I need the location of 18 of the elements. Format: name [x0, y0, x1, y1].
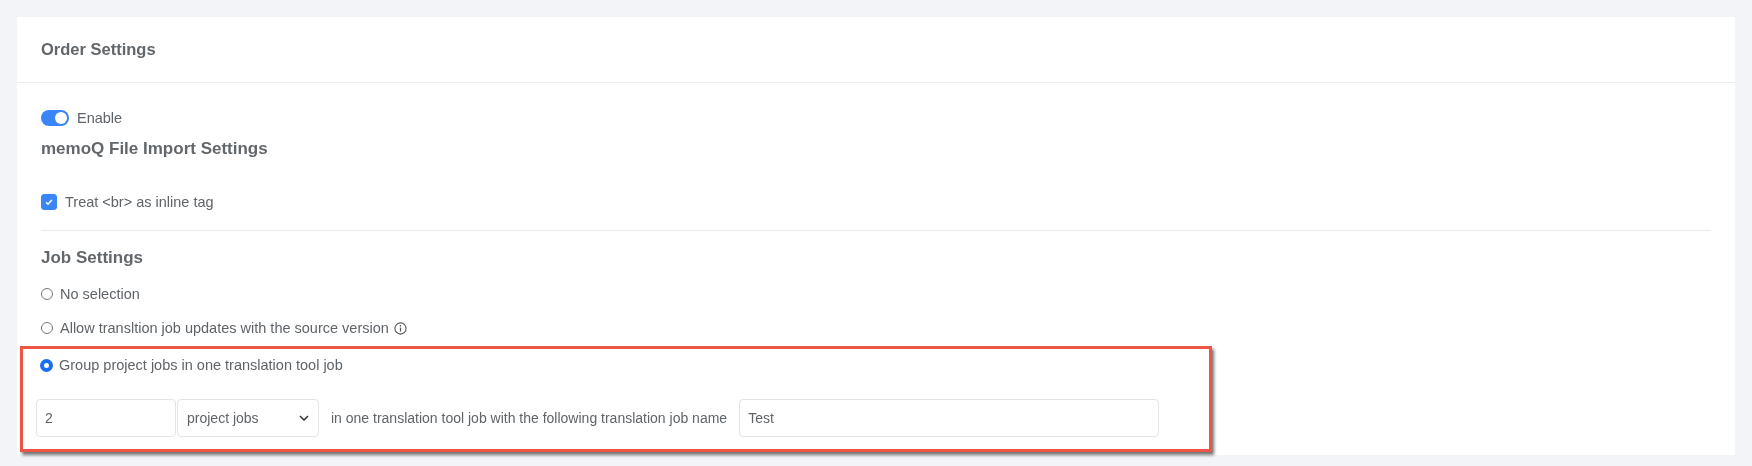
job-name-field[interactable]: Test: [739, 399, 1160, 437]
card-title: Order Settings: [41, 40, 156, 59]
radio-label: Allow transltion job updates with the source version: [60, 320, 389, 336]
chevron-down-icon: [299, 415, 309, 421]
checkbox-label: Treat <br> as inline tag: [65, 194, 214, 210]
toggle-label: Enable: [77, 110, 123, 126]
count-field[interactable]: 2: [36, 399, 176, 437]
radio-label: No selection: [60, 286, 140, 302]
field-description: in one translation tool job with the following translation job name: [331, 410, 728, 426]
radio-button[interactable]: [41, 359, 52, 371]
toggle-switch[interactable]: [41, 110, 69, 126]
checkbox[interactable]: [41, 194, 57, 210]
unit-dropdown[interactable]: project jobs: [177, 399, 319, 437]
radio-label: Group project jobs in one translation tool job: [59, 357, 343, 373]
info-icon[interactable]: [393, 321, 407, 335]
section-heading: memoQ File Import Settings: [41, 139, 268, 159]
checkmark-icon: [44, 197, 54, 207]
section-heading: Job Settings: [41, 248, 143, 268]
